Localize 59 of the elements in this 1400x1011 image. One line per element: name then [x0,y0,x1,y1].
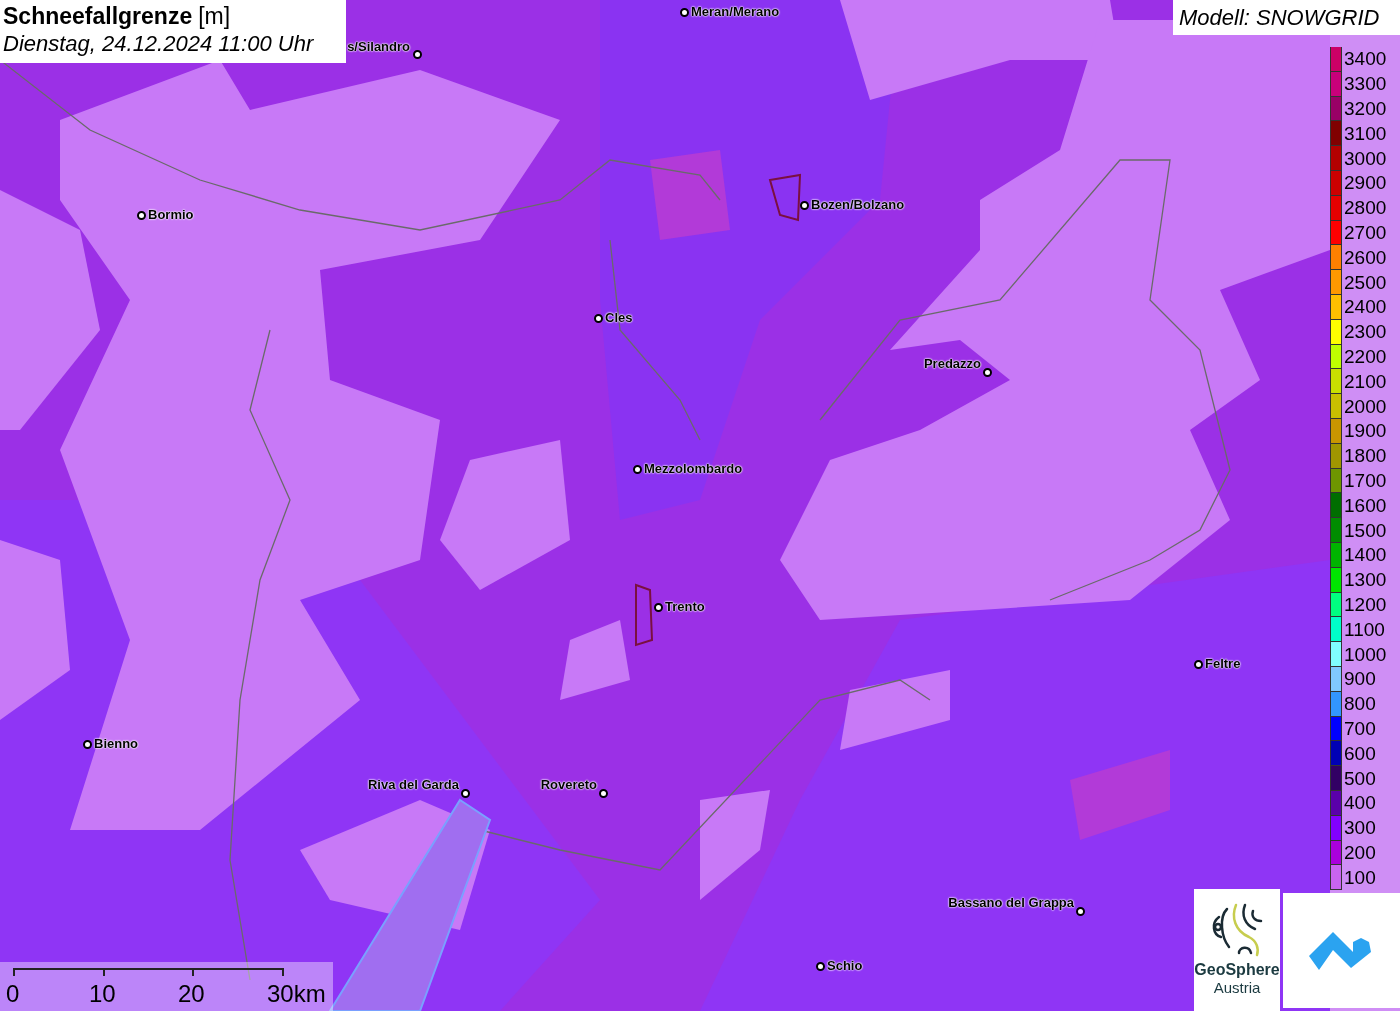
city-label: Trento [665,599,705,615]
scale-label: 20 [178,980,205,1008]
legend-label: 2400 [1344,297,1387,318]
city-label: Meran/Merano [691,4,780,20]
scale-label: 0 [6,980,20,1008]
legend-label: 2600 [1344,247,1387,268]
legend-label: 200 [1344,842,1376,863]
legend-label: 2700 [1344,222,1387,243]
legend-label: 3300 [1344,74,1387,95]
logo-subtext: Austria [1213,979,1261,997]
city-label: Schio [827,958,863,974]
legend-label: 1200 [1344,594,1387,615]
legend-label: 1500 [1344,520,1387,541]
city-label: Bassano del Grappa [948,895,1074,911]
city-label: Bozen/Bolzano [811,197,905,213]
city-label: Cles [605,310,633,326]
legend-label: 400 [1344,793,1376,814]
city-label: Predazzo [923,356,981,372]
legend-label: 2200 [1344,346,1387,367]
legend-label: 1000 [1344,644,1387,665]
legend-label: 3000 [1344,148,1387,169]
legend-label: 1400 [1344,545,1387,566]
legend-label: 1800 [1344,446,1387,467]
legend-label: 2300 [1344,322,1387,343]
legend-label: 500 [1344,768,1376,789]
legend-label: 700 [1344,718,1376,739]
logo-text: GeoSphere [1194,961,1280,979]
legend-label: 1700 [1344,470,1387,491]
legend-label: 1100 [1344,619,1385,640]
scale-label: 10 [89,980,116,1008]
city-label: Bienno [94,736,139,752]
legend-label: 800 [1344,694,1376,715]
city-label: Feltre [1205,656,1241,672]
legend-label: 2100 [1344,371,1387,392]
legend-label: 3100 [1344,123,1387,144]
legend-label: 3400 [1344,49,1387,70]
legend-label: 100 [1344,867,1376,888]
unit-label: [m] [198,2,231,30]
legend-label: 2000 [1344,396,1387,417]
legend-label: 3200 [1344,99,1387,119]
legend-label: 1900 [1344,421,1387,442]
legend-label: 1300 [1344,570,1387,591]
datetime-label: Dienstag, 24.12.2024 11:00 Uhr [3,30,315,58]
legend-label: 2900 [1344,173,1387,194]
map-title: Schneefallgrenze [3,2,193,30]
legend-label: 600 [1344,743,1376,764]
city-label: Riva del Garda [367,777,459,793]
city-label: Mezzolombardo [644,461,743,477]
model-label: Modell: SNOWGRID [1173,0,1400,35]
city-label: Rovereto [540,777,597,793]
scale-label: 30km [267,980,326,1008]
legend-label: 300 [1344,818,1376,839]
scale-bar-icon [13,967,285,976]
city-label: s/Silandro [347,39,410,55]
legend-label: 1600 [1344,495,1387,516]
legend-label: 2500 [1344,272,1387,293]
legend-label: 900 [1344,669,1376,690]
city-label: Bormio [148,207,194,223]
legend-label: 2800 [1344,198,1387,219]
